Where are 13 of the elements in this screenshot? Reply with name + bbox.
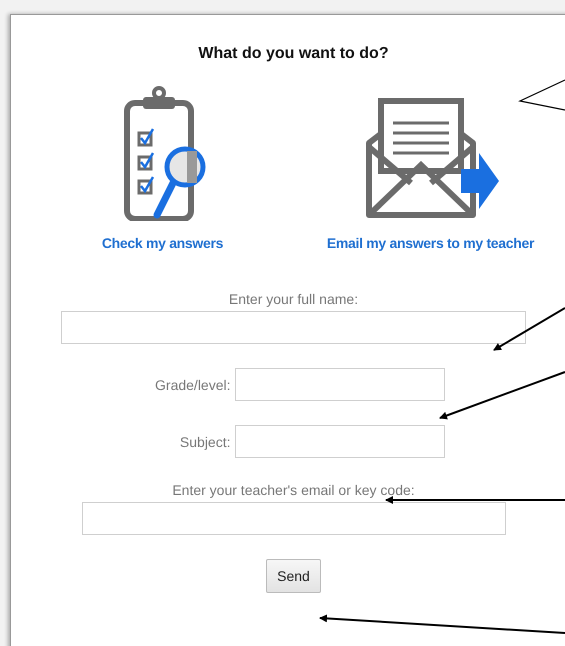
input-field[interactable] — [234, 425, 444, 458]
field-label: Enter your full name: — [228, 291, 358, 307]
annotation-arrow — [493, 307, 565, 351]
field-label: Grade/level: — [154, 376, 230, 392]
input-field[interactable] — [82, 502, 506, 535]
input-field[interactable] — [61, 311, 526, 344]
option-link[interactable]: Check my answers — [102, 235, 224, 251]
page-heading: What do you want to do? — [198, 45, 389, 63]
send-button[interactable]: Send — [266, 559, 321, 593]
field-label: Subject: — [178, 434, 230, 450]
option-link[interactable]: Email my answers to my teacher — [326, 235, 534, 251]
input-field[interactable] — [234, 368, 444, 401]
field-label: Enter your teacher's email or key code: — [172, 482, 415, 498]
